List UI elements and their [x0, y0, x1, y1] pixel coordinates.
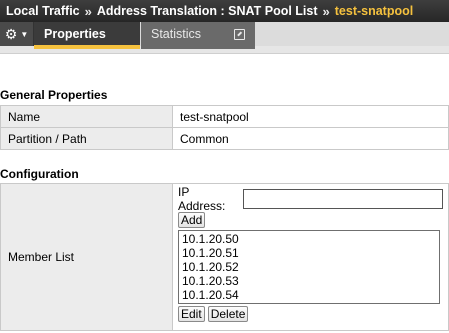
- name-label: Name: [0, 105, 173, 128]
- partition-label: Partition / Path: [0, 127, 173, 150]
- member-list-box[interactable]: 10.1.20.50 10.1.20.51 10.1.20.52 10.1.20…: [178, 230, 440, 304]
- breadcrumb-separator: »: [84, 3, 92, 19]
- table-row: Name test-snatpool: [0, 105, 449, 128]
- general-properties-table: Name test-snatpool Partition / Path Comm…: [0, 105, 449, 150]
- section-title-configuration: Configuration: [0, 167, 79, 181]
- partition-value: Common: [172, 127, 449, 150]
- breadcrumb-item-local-traffic[interactable]: Local Traffic: [6, 4, 80, 18]
- ip-address-row: IP Address:: [178, 185, 443, 213]
- breadcrumb-current: test-snatpool: [334, 4, 414, 18]
- list-item[interactable]: 10.1.20.50: [182, 232, 436, 246]
- list-item[interactable]: 10.1.20.52: [182, 260, 436, 274]
- edit-button[interactable]: Edit: [178, 306, 205, 322]
- list-item[interactable]: 10.1.20.53: [182, 274, 436, 288]
- delete-button[interactable]: Delete: [207, 306, 249, 322]
- breadcrumb: Local Traffic » Address Translation : SN…: [0, 0, 449, 22]
- section-title-general: General Properties: [0, 88, 108, 102]
- caret-down-icon: ▼: [20, 29, 29, 39]
- external-window-icon[interactable]: [234, 29, 245, 40]
- tab-statistics[interactable]: Statistics: [141, 22, 255, 49]
- table-row: Partition / Path Common: [0, 127, 449, 150]
- member-list-label: Member List: [0, 183, 173, 331]
- tab-statistics-label: Statistics: [151, 27, 202, 41]
- configuration-table: Member List IP Address: Add 10.1.20.50 1…: [0, 183, 449, 331]
- table-row: Member List IP Address: Add 10.1.20.50 1…: [0, 183, 449, 331]
- member-list-editor: IP Address: Add 10.1.20.50 10.1.20.51 10…: [172, 183, 449, 331]
- breadcrumb-separator: »: [322, 3, 330, 19]
- list-actions: Edit Delete: [178, 306, 443, 322]
- list-item[interactable]: 10.1.20.51: [182, 246, 436, 260]
- list-item[interactable]: 10.1.20.54: [182, 288, 436, 302]
- tab-properties-label: Properties: [44, 27, 106, 41]
- gear-icon: ⚙: [4, 25, 18, 42]
- ip-address-label: IP Address:: [178, 185, 226, 213]
- gear-menu-button[interactable]: ⚙ ▼: [0, 22, 34, 46]
- tab-properties[interactable]: Properties: [34, 22, 140, 49]
- add-button[interactable]: Add: [178, 212, 206, 228]
- ip-address-input[interactable]: [243, 189, 443, 209]
- breadcrumb-item-snat-pool-list[interactable]: Address Translation : SNAT Pool List: [97, 4, 318, 18]
- tab-bar: ⚙ ▼ Properties Statistics: [0, 22, 449, 54]
- name-value: test-snatpool: [172, 105, 449, 128]
